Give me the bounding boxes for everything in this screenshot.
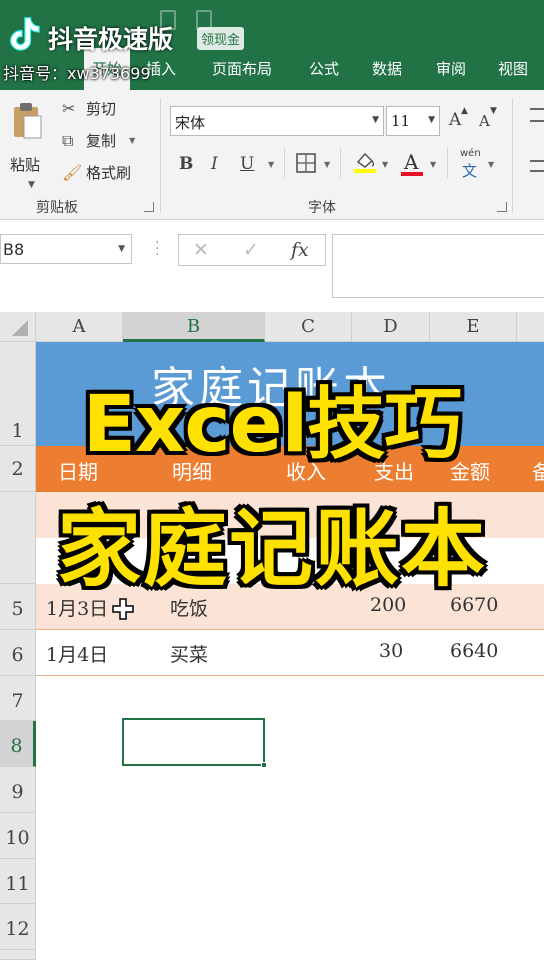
paste-button[interactable]: 粘贴 ▼ — [6, 98, 52, 190]
column-header-d[interactable]: D — [352, 312, 430, 342]
font-size-value: 11 — [391, 112, 411, 130]
tab-page-layout[interactable]: 页面布局 — [212, 58, 272, 79]
clipboard-launcher-icon[interactable] — [144, 202, 154, 212]
name-box-value: B8 — [3, 240, 25, 259]
column-header-a[interactable]: A — [36, 312, 123, 342]
row-header-8[interactable]: 8 — [0, 721, 36, 767]
clipboard-group-label: 剪贴板 — [36, 200, 78, 216]
font-color-button[interactable]: A — [404, 150, 418, 174]
cut-button[interactable]: ✂ 剪切 — [62, 98, 116, 122]
cancel-icon[interactable]: ✕ — [193, 239, 209, 261]
font-family-value: 宋体 — [175, 114, 206, 132]
copy-icon: ⧉ — [62, 130, 74, 150]
fill-handle[interactable] — [261, 762, 267, 768]
row-header-11[interactable]: 11 — [0, 859, 36, 904]
cell-detail: 买菜 — [170, 644, 209, 666]
cell-expense: 30 — [379, 640, 404, 662]
tab-formulas[interactable]: 公式 — [309, 58, 339, 79]
copy-label: 复制 — [86, 132, 117, 150]
douyin-app-name: 抖音极速版 — [48, 25, 174, 54]
cell-date: 1月4日 — [46, 644, 109, 666]
tab-data[interactable]: 数据 — [372, 58, 402, 79]
column-header-f[interactable] — [517, 312, 544, 342]
divider — [340, 148, 341, 178]
column-header-b[interactable]: B — [123, 312, 265, 342]
chevron-down-icon: ▼ — [372, 115, 379, 125]
formula-bar: B8 ▼ · · · ✕ ✓ fx — [0, 220, 544, 312]
divider — [447, 148, 448, 178]
grow-font-button[interactable]: A — [449, 110, 461, 130]
formula-buttons: ✕ ✓ fx — [178, 234, 326, 266]
ribbon-home-panel: 粘贴 ▼ ✂ 剪切 ⧉ 复制 ▼ 🖌 格式刷 剪贴板 宋体 ▼ 11 ▼ A ▲ A … — [0, 90, 544, 220]
italic-button[interactable]: I — [211, 154, 218, 174]
bold-button[interactable]: B — [179, 154, 193, 174]
table-row[interactable]: 1月4日 买菜 30 6640 — [36, 630, 544, 676]
row-header-9[interactable]: 9 — [0, 767, 36, 813]
row-header-12[interactable]: 12 — [0, 904, 36, 950]
select-all-icon — [12, 320, 28, 336]
format-painter-button[interactable]: 🖌 格式刷 — [62, 162, 131, 186]
border-icon[interactable] — [296, 153, 316, 173]
scissors-icon: ✂ — [62, 99, 76, 118]
caption-line-2: 家庭记账本 — [56, 500, 487, 598]
chevron-down-icon[interactable]: ▼ — [382, 160, 388, 169]
tab-review[interactable]: 审阅 — [436, 58, 466, 79]
reward-badge[interactable]: 领现金 — [197, 27, 245, 50]
cut-label: 剪切 — [86, 100, 117, 118]
select-all-button[interactable] — [0, 312, 36, 342]
chevron-down-icon[interactable]: ▼ — [268, 160, 274, 169]
chevron-down-icon: ▼ — [428, 115, 435, 125]
name-box[interactable]: B8 ▼ — [0, 234, 132, 264]
divider — [284, 148, 285, 178]
shrink-arrow-icon: ▼ — [490, 106, 497, 116]
align-icon[interactable] — [530, 160, 544, 172]
paintbrush-icon: 🖌 — [62, 163, 83, 182]
insert-function-icon[interactable]: fx — [291, 239, 309, 261]
font-color-swatch — [401, 172, 423, 176]
column-header-c[interactable]: C — [265, 312, 352, 342]
caption-line-1: Excel技巧 — [82, 380, 462, 470]
phonetic-button[interactable]: 文 — [462, 160, 477, 181]
underline-button[interactable]: U — [240, 154, 254, 174]
group-divider — [160, 98, 161, 212]
row-header-6[interactable]: 6 — [0, 630, 36, 676]
shrink-font-button[interactable]: A — [479, 112, 490, 130]
cell-balance: 6640 — [450, 640, 499, 662]
column-header-e[interactable]: E — [430, 312, 517, 342]
clipboard-icon — [14, 103, 42, 139]
formula-input[interactable] — [332, 234, 544, 298]
chevron-down-icon[interactable]: ▼ — [324, 160, 330, 169]
format-painter-label: 格式刷 — [86, 164, 132, 182]
group-divider — [512, 98, 513, 212]
chevron-down-icon[interactable]: ▼ — [118, 244, 125, 254]
font-family-select[interactable]: 宋体 ▼ — [170, 106, 384, 136]
douyin-account-id: 抖音号：xw373699 — [3, 64, 151, 83]
grow-arrow-icon: ▲ — [461, 106, 468, 116]
ribbon-tab-bar: 开始 插入 页面布局 公式 数据 审阅 视图 抖音极速版 领现金 抖音号：xw3… — [0, 0, 544, 90]
align-icon[interactable] — [530, 108, 544, 122]
chevron-down-icon[interactable]: ▼ — [488, 160, 494, 169]
font-size-select[interactable]: 11 ▼ — [386, 106, 440, 136]
font-group-label: 字体 — [308, 200, 336, 216]
chevron-down-icon[interactable]: ▼ — [129, 136, 135, 145]
fill-color-icon[interactable] — [354, 150, 376, 174]
selected-cell[interactable] — [122, 718, 267, 768]
tab-view[interactable]: 视图 — [498, 58, 528, 79]
chevron-down-icon[interactable]: ▼ — [430, 160, 436, 169]
enter-icon[interactable]: ✓ — [243, 239, 259, 261]
font-launcher-icon[interactable] — [497, 202, 507, 212]
row-header-13[interactable] — [0, 950, 36, 960]
row-header-10[interactable]: 10 — [0, 813, 36, 859]
resize-handle-icon[interactable]: · · · — [155, 236, 159, 262]
phonetic-top: wén — [460, 148, 481, 159]
chevron-down-icon[interactable]: ▼ — [28, 180, 35, 190]
row-header-7[interactable]: 7 — [0, 676, 36, 721]
copy-button[interactable]: ⧉ 复制 ▼ — [62, 130, 135, 154]
douyin-logo-icon — [10, 17, 40, 51]
paste-label: 粘贴 — [10, 156, 41, 174]
